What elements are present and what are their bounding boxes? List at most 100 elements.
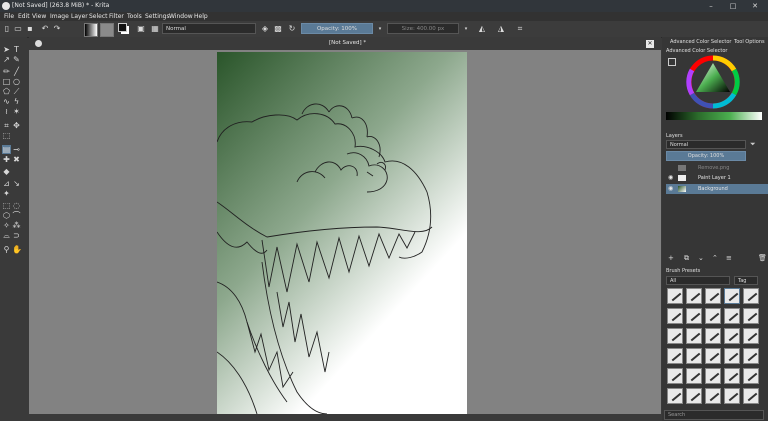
mirror-horizontal-icon[interactable]: ◭ [477, 24, 487, 34]
fill-tool-icon[interactable]: ◆ [2, 167, 11, 176]
menu-layer[interactable]: Layer [71, 13, 88, 20]
open-document-icon[interactable]: ▭ [13, 24, 23, 34]
presets-filter-select[interactable]: All [666, 276, 730, 285]
brush-preset-tile[interactable] [705, 328, 721, 344]
brush-preset-tile[interactable] [686, 308, 702, 324]
brush-preset-tile[interactable] [667, 328, 683, 344]
freehand-path-icon[interactable]: ϟ [12, 97, 21, 106]
menu-image[interactable]: Image [50, 13, 69, 20]
pattern-swatch[interactable] [100, 23, 114, 37]
brush-preset-tile[interactable] [686, 328, 702, 344]
brush-preset-tile[interactable] [667, 308, 683, 324]
opacity-slider[interactable]: Opacity: 100% [301, 23, 373, 34]
filter-icon[interactable]: ⏷ [750, 140, 756, 149]
line-tool-icon[interactable]: ╱ [12, 67, 21, 76]
menu-filter[interactable]: Filter [109, 13, 124, 20]
brush-preset-tile[interactable] [724, 288, 740, 304]
reload-preset-icon[interactable]: ↻ [287, 24, 297, 34]
polyline-tool-icon[interactable]: ⟋ [12, 87, 21, 96]
freehand-select-icon[interactable]: ⌒ [12, 211, 21, 220]
color-picker-icon[interactable]: ⊸ [12, 145, 21, 154]
brush-preset-tile[interactable] [743, 368, 759, 384]
dynamic-brush-icon[interactable]: ≀ [2, 107, 11, 116]
menu-window[interactable]: Window [169, 13, 193, 20]
text-tool-icon[interactable]: T [12, 45, 21, 54]
brush-preset-tile[interactable] [705, 308, 721, 324]
brush-preset-tile[interactable] [724, 388, 740, 404]
brush-preset-tile[interactable] [724, 348, 740, 364]
brush-preset-tile[interactable] [724, 308, 740, 324]
blend-mode-select[interactable]: Normal [162, 23, 256, 34]
bezier-tool-icon[interactable]: ∿ [2, 97, 11, 106]
brush-preset-tile[interactable] [686, 348, 702, 364]
ellipse-tool-icon[interactable]: ○ [12, 77, 21, 86]
brush-preset-tile[interactable] [743, 288, 759, 304]
menu-settings[interactable]: Settings [145, 13, 170, 20]
magnetic-select-icon[interactable]: ⊃ [12, 231, 21, 240]
presets-tag-select[interactable]: Tag [734, 276, 758, 285]
brush-preset-tile[interactable] [743, 328, 759, 344]
brush-preset-tile[interactable] [686, 288, 702, 304]
preserve-alpha-icon[interactable]: ▩ [273, 24, 283, 34]
menu-help[interactable]: Help [194, 13, 208, 20]
presets-icon[interactable]: ▦ [150, 24, 160, 34]
brush-preset-tile[interactable] [667, 348, 683, 364]
brush-preset-tile[interactable] [743, 388, 759, 404]
freehand-brush-icon[interactable]: ✏ [2, 67, 11, 76]
bezier-select-icon[interactable]: ⌓ [2, 231, 11, 240]
layer-properties-icon[interactable]: ≡ [726, 254, 732, 262]
save-icon[interactable]: ▪ [25, 24, 35, 34]
size-menu-icon[interactable]: ▾ [461, 24, 471, 34]
brush-preset-tile[interactable] [667, 288, 683, 304]
mirror-vertical-icon[interactable]: ◮ [496, 24, 506, 34]
select-shapes-icon[interactable]: ➤ [2, 45, 11, 54]
move-tool-icon[interactable]: ✥ [12, 121, 21, 130]
brush-preset-tile[interactable] [667, 388, 683, 404]
brush-preset-tile[interactable] [705, 368, 721, 384]
rect-select-icon[interactable]: ⬚ [2, 201, 11, 210]
duplicate-layer-icon[interactable]: ⧉ [684, 254, 689, 263]
redo-icon[interactable]: ↷ [52, 24, 62, 34]
color-settings-icon[interactable] [668, 58, 676, 66]
layer-row[interactable]: ◉ Paint Layer 1 [666, 173, 768, 183]
color-wheel[interactable] [684, 55, 742, 110]
measure-tool-icon[interactable]: ⊿ [2, 179, 11, 188]
zoom-tool-icon[interactable]: ⚲ [2, 245, 11, 254]
transform-tool-icon[interactable]: ⬚ [2, 131, 11, 140]
close-window-icon[interactable]: ✕ [750, 1, 760, 11]
add-layer-icon[interactable]: + [668, 254, 674, 262]
assistant-tool-icon[interactable]: ✖ [12, 155, 21, 164]
new-document-icon[interactable]: ▯ [2, 24, 12, 34]
brush-preset-tile[interactable] [724, 328, 740, 344]
multibrush-icon[interactable]: ✶ [12, 107, 21, 116]
brush-preset-tile[interactable] [686, 388, 702, 404]
presets-search-input[interactable]: Search [664, 410, 764, 420]
similar-select-icon[interactable]: ⁂ [12, 221, 21, 230]
crop-tool-icon[interactable]: ⌗ [2, 121, 11, 130]
wrap-around-icon[interactable]: ⌗ [515, 24, 525, 34]
undo-icon[interactable]: ↶ [40, 24, 50, 34]
minimize-icon[interactable]: – [706, 1, 716, 11]
color-gradient-bar[interactable] [666, 112, 762, 120]
menu-edit[interactable]: Edit [18, 13, 30, 20]
brush-preset-tile[interactable] [705, 348, 721, 364]
polygon-tool-icon[interactable]: ⬠ [2, 87, 11, 96]
smart-patch-icon[interactable]: ✚ [2, 155, 11, 164]
gradient-swatch[interactable] [84, 23, 98, 37]
menu-view[interactable]: View [32, 13, 46, 20]
maximize-icon[interactable]: □ [728, 1, 738, 11]
brush-preset-tile[interactable] [705, 288, 721, 304]
layer-blend-select[interactable]: Normal [666, 140, 746, 149]
menu-file[interactable]: File [4, 13, 14, 20]
brush-settings-icon[interactable]: ▣ [136, 24, 146, 34]
brush-preset-tile[interactable] [724, 368, 740, 384]
rectangle-tool-icon[interactable]: □ [2, 77, 11, 86]
move-layer-down-icon[interactable]: ⌄ [698, 254, 704, 262]
gradient-tool-icon[interactable]: ▤ [2, 145, 11, 154]
brush-preset-tile[interactable] [743, 348, 759, 364]
size-slider[interactable]: Size: 400.00 px [387, 23, 459, 34]
reference-tool-icon[interactable]: ✦ [2, 189, 11, 198]
polygon-select-icon[interactable]: ⬡ [2, 211, 11, 220]
contiguous-select-icon[interactable]: ✧ [2, 221, 11, 230]
pan-tool-icon[interactable]: ✋ [12, 245, 22, 254]
